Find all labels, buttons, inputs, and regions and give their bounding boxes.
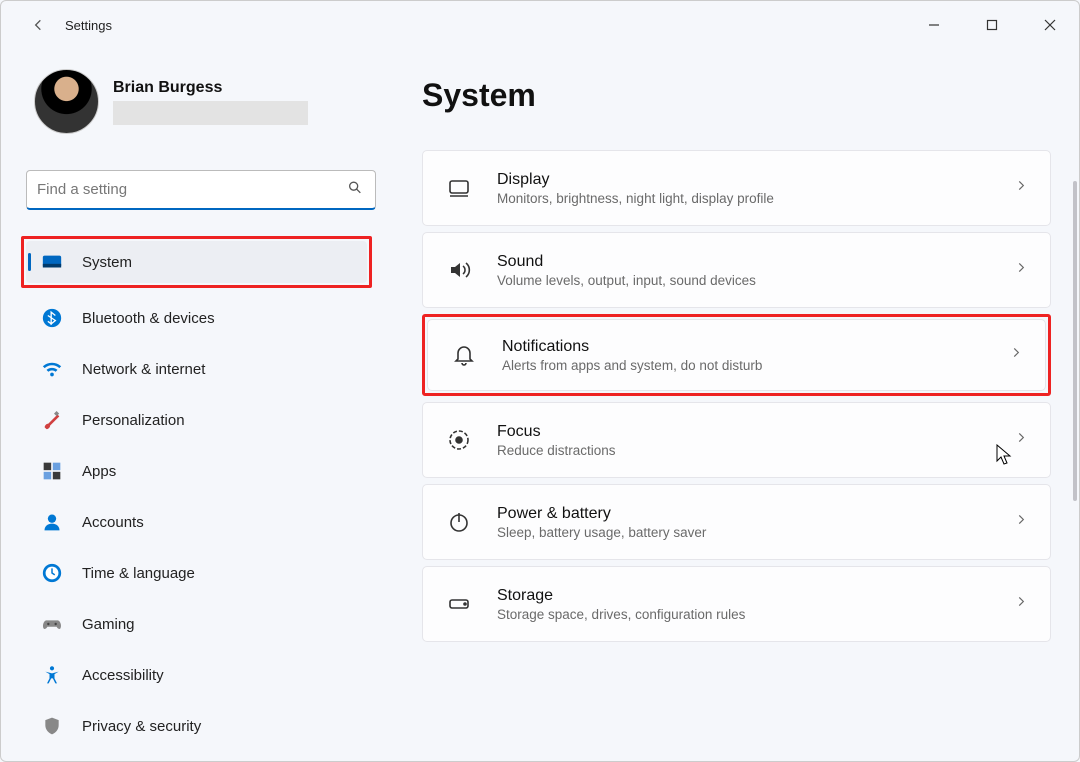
- power-icon: [445, 508, 473, 536]
- card-subtitle: Storage space, drives, configuration rul…: [497, 607, 745, 622]
- wifi-icon: [40, 357, 64, 381]
- chevron-right-icon: [1014, 431, 1028, 450]
- sidebar-item-label: Time & language: [82, 565, 195, 582]
- system-icon: [40, 250, 64, 274]
- chevron-right-icon: [1014, 513, 1028, 532]
- shield-icon: [40, 714, 64, 738]
- window-controls: [905, 1, 1079, 49]
- avatar: [34, 69, 99, 134]
- card-subtitle: Volume levels, output, input, sound devi…: [497, 273, 756, 288]
- chevron-right-icon: [1014, 595, 1028, 614]
- search-icon: [347, 179, 363, 200]
- sidebar-item-label: Privacy & security: [82, 718, 201, 735]
- sidebar: Brian Burgess System Bluetooth & devices: [1, 49, 386, 761]
- card-subtitle: Sleep, battery usage, battery saver: [497, 525, 706, 540]
- profile-name: Brian Burgess: [113, 79, 308, 97]
- main-panel: System Display Monitors, brightness, nig…: [386, 49, 1079, 761]
- sidebar-item-personalization[interactable]: Personalization: [26, 399, 376, 441]
- settings-cards: Display Monitors, brightness, night ligh…: [422, 150, 1051, 642]
- titlebar: Settings: [1, 1, 1079, 49]
- card-notifications[interactable]: Notifications Alerts from apps and syste…: [427, 319, 1046, 391]
- card-title: Display: [497, 171, 774, 189]
- highlight-system: System: [21, 236, 372, 288]
- profile-block[interactable]: Brian Burgess: [26, 69, 376, 134]
- bell-icon: [450, 341, 478, 369]
- card-power[interactable]: Power & battery Sleep, battery usage, ba…: [422, 484, 1051, 560]
- globe-clock-icon: [40, 561, 64, 585]
- sidebar-item-label: Accounts: [82, 514, 144, 531]
- sidebar-item-label: Accessibility: [82, 667, 164, 684]
- sidebar-item-time-language[interactable]: Time & language: [26, 552, 376, 594]
- card-storage[interactable]: Storage Storage space, drives, configura…: [422, 566, 1051, 642]
- scrollbar[interactable]: [1073, 181, 1077, 501]
- storage-icon: [445, 590, 473, 618]
- card-subtitle: Alerts from apps and system, do not dist…: [502, 358, 762, 373]
- titlebar-label: Settings: [65, 18, 112, 33]
- sidebar-item-apps[interactable]: Apps: [26, 450, 376, 492]
- back-button[interactable]: [29, 15, 49, 35]
- chevron-right-icon: [1014, 261, 1028, 280]
- card-title: Power & battery: [497, 505, 706, 523]
- card-title: Sound: [497, 253, 756, 271]
- sidebar-item-label: System: [82, 254, 132, 271]
- card-focus[interactable]: Focus Reduce distractions: [422, 402, 1051, 478]
- sidebar-item-label: Personalization: [82, 412, 185, 429]
- sidebar-item-bluetooth[interactable]: Bluetooth & devices: [26, 297, 376, 339]
- sidebar-item-gaming[interactable]: Gaming: [26, 603, 376, 645]
- display-icon: [445, 174, 473, 202]
- card-subtitle: Monitors, brightness, night light, displ…: [497, 191, 774, 206]
- page-title: System: [422, 77, 1051, 114]
- sidebar-item-label: Network & internet: [82, 361, 205, 378]
- nav-list: System Bluetooth & devices Network & int…: [26, 236, 376, 747]
- sidebar-item-label: Gaming: [82, 616, 135, 633]
- card-title: Storage: [497, 587, 745, 605]
- card-sound[interactable]: Sound Volume levels, output, input, soun…: [422, 232, 1051, 308]
- sound-icon: [445, 256, 473, 284]
- sidebar-item-accounts[interactable]: Accounts: [26, 501, 376, 543]
- search-input[interactable]: [37, 181, 335, 198]
- card-title: Focus: [497, 423, 616, 441]
- sidebar-item-privacy[interactable]: Privacy & security: [26, 705, 376, 747]
- maximize-button[interactable]: [963, 1, 1021, 49]
- gamepad-icon: [40, 612, 64, 636]
- apps-icon: [40, 459, 64, 483]
- sidebar-item-network[interactable]: Network & internet: [26, 348, 376, 390]
- sidebar-item-label: Bluetooth & devices: [82, 310, 215, 327]
- highlight-notifications: Notifications Alerts from apps and syste…: [422, 314, 1051, 396]
- card-display[interactable]: Display Monitors, brightness, night ligh…: [422, 150, 1051, 226]
- sidebar-item-label: Apps: [82, 463, 116, 480]
- brush-icon: [40, 408, 64, 432]
- focus-icon: [445, 426, 473, 454]
- close-button[interactable]: [1021, 1, 1079, 49]
- sidebar-item-accessibility[interactable]: Accessibility: [26, 654, 376, 696]
- accessibility-icon: [40, 663, 64, 687]
- bluetooth-icon: [40, 306, 64, 330]
- chevron-right-icon: [1014, 179, 1028, 198]
- card-title: Notifications: [502, 338, 762, 356]
- search-box[interactable]: [26, 170, 376, 210]
- card-subtitle: Reduce distractions: [497, 443, 616, 458]
- sidebar-item-system[interactable]: System: [26, 241, 367, 283]
- minimize-button[interactable]: [905, 1, 963, 49]
- chevron-right-icon: [1009, 346, 1023, 365]
- person-icon: [40, 510, 64, 534]
- profile-email-placeholder: [113, 101, 308, 125]
